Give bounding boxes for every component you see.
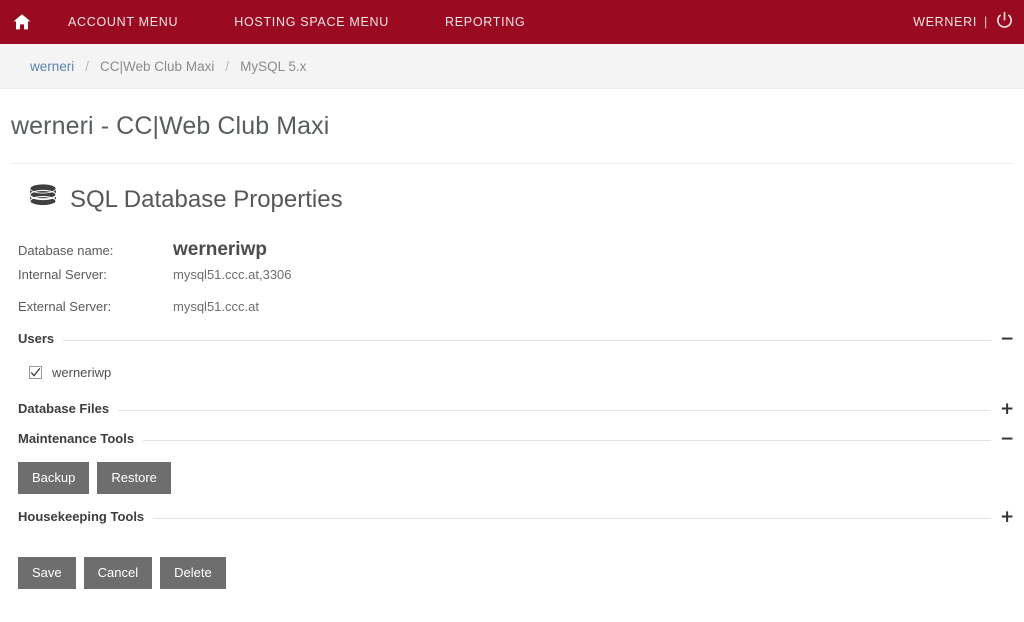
section-rule xyxy=(143,440,991,441)
section-label-maintenance-tools: Maintenance Tools xyxy=(18,431,135,446)
property-value-database-name: werneriwp xyxy=(173,239,267,260)
user-separator: | xyxy=(984,15,988,29)
breadcrumb-separator: / xyxy=(85,58,90,74)
page-title: werneri - CC|Web Club Maxi xyxy=(11,112,330,140)
property-row-database-name: Database name: werneriwp xyxy=(18,239,1024,261)
home-button[interactable] xyxy=(0,0,44,44)
database-properties-list: Database name: werneriwp Internal Server… xyxy=(0,239,1024,314)
breadcrumb-item-hosting-space[interactable]: CC|Web Club Maxi xyxy=(100,59,214,74)
property-label: Internal Server: xyxy=(18,267,107,282)
section-body-users: werneriwp xyxy=(0,349,1024,398)
collapse-toggle-maintenance-tools[interactable]: − xyxy=(1000,430,1014,447)
breadcrumb: werneri / CC|Web Club Maxi / MySQL 5.x xyxy=(0,44,1024,89)
home-icon xyxy=(12,12,32,32)
database-icon xyxy=(27,182,59,217)
property-value-external-server: mysql51.ccc.at xyxy=(173,299,259,314)
top-navigation-bar: ACCOUNT MENU HOSTING SPACE MENU REPORTIN… xyxy=(0,0,1024,44)
section-rule xyxy=(63,340,991,341)
breadcrumb-separator: / xyxy=(225,58,230,74)
section-label-housekeeping-tools: Housekeeping Tools xyxy=(18,509,145,524)
property-row-internal-server: Internal Server: mysql51.ccc.at,3306 xyxy=(18,267,1024,282)
property-label: Database name: xyxy=(18,243,114,258)
nav-item-account-menu[interactable]: ACCOUNT MENU xyxy=(68,15,178,29)
property-row-external-server: External Server: mysql51.ccc.at xyxy=(18,299,1024,314)
section-header-maintenance-tools[interactable]: Maintenance Tools − xyxy=(0,428,1024,449)
current-user-label[interactable]: WERNERI xyxy=(913,15,977,29)
properties-heading: SQL Database Properties xyxy=(0,164,1024,217)
delete-button[interactable]: Delete xyxy=(160,557,226,589)
form-actions: Save Cancel Delete xyxy=(0,527,1024,589)
property-value-internal-server: mysql51.ccc.at,3306 xyxy=(173,267,292,282)
section-rule xyxy=(118,410,991,411)
breadcrumb-item-werneri[interactable]: werneri xyxy=(30,59,74,74)
section-header-users[interactable]: Users − xyxy=(0,328,1024,349)
cancel-button[interactable]: Cancel xyxy=(83,557,153,589)
breadcrumb-item-mysql: MySQL 5.x xyxy=(240,58,307,74)
logout-button[interactable] xyxy=(995,11,1014,33)
user-list-item[interactable]: werneriwp xyxy=(18,349,1024,398)
nav-item-reporting[interactable]: REPORTING xyxy=(445,15,525,29)
section-label-database-files: Database Files xyxy=(18,401,110,416)
section-rule xyxy=(153,518,991,519)
property-label: External Server: xyxy=(18,299,112,314)
section-header-housekeeping-tools[interactable]: Housekeeping Tools + xyxy=(0,506,1024,527)
user-checkbox-werneriwp[interactable] xyxy=(29,366,42,379)
section-body-maintenance-tools: Backup Restore xyxy=(0,449,1024,506)
properties-heading-label: SQL Database Properties xyxy=(70,185,343,213)
backup-button[interactable]: Backup xyxy=(18,462,90,494)
power-icon xyxy=(995,11,1014,33)
collapse-toggle-users[interactable]: − xyxy=(1000,330,1014,347)
nav-item-hosting-space-menu[interactable]: HOSTING SPACE MENU xyxy=(234,15,389,29)
main-menu: ACCOUNT MENU HOSTING SPACE MENU REPORTIN… xyxy=(44,0,581,44)
user-name-label: werneriwp xyxy=(52,365,112,380)
save-button[interactable]: Save xyxy=(18,557,76,589)
collapse-toggle-database-files[interactable]: + xyxy=(1000,400,1014,417)
restore-button[interactable]: Restore xyxy=(97,462,171,494)
user-area: WERNERI | xyxy=(913,0,1014,44)
section-header-database-files[interactable]: Database Files + xyxy=(0,398,1024,419)
collapse-toggle-housekeeping-tools[interactable]: + xyxy=(1000,508,1014,525)
section-label-users: Users xyxy=(18,331,55,346)
